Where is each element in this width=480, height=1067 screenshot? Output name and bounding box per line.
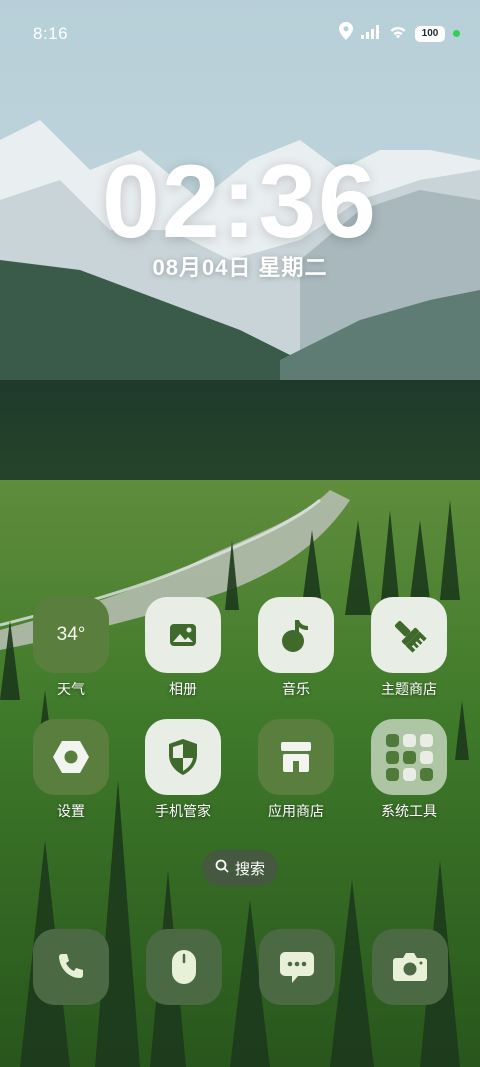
app-label: 音乐 (282, 681, 310, 697)
camera-icon[interactable] (372, 929, 448, 1005)
mini-app-icon (419, 750, 433, 764)
app-system-tools-folder[interactable]: 系统工具 (364, 719, 454, 837)
app-label: 主题商店 (381, 681, 437, 697)
music-icon[interactable] (258, 597, 334, 673)
status-time: 8:16 (33, 24, 69, 43)
search-label: 搜索 (234, 860, 265, 878)
wifi-icon (389, 24, 407, 44)
app-label: 设置 (57, 803, 85, 819)
signal-icon (361, 24, 381, 44)
battery-icon: 100 (415, 25, 445, 42)
app-label: 应用商店 (268, 803, 324, 819)
lockscreen-date: 08月04日 星期二 (152, 255, 328, 280)
mini-app-icon (385, 733, 399, 747)
status-icons: 100 (339, 22, 460, 45)
app-settings[interactable]: 设置 (26, 719, 116, 837)
search-button[interactable]: 搜索 (202, 850, 278, 886)
security-icon[interactable] (145, 719, 221, 795)
mini-app-icon (419, 733, 433, 747)
lockscreen-clock: 02:36 (102, 144, 378, 260)
phone-icon[interactable] (33, 929, 109, 1005)
search-icon (215, 859, 229, 877)
app-label: 手机管家 (155, 803, 211, 819)
weather-temperature: 34° (56, 624, 86, 645)
weather-icon[interactable]: 34° (33, 597, 109, 673)
app-gallery[interactable]: 相册 (138, 597, 228, 715)
messages-icon[interactable] (259, 929, 335, 1005)
mini-app-icon (385, 767, 399, 781)
app-label: 系统工具 (381, 803, 437, 819)
app-store-icon[interactable] (258, 719, 334, 795)
mini-app-icon (402, 767, 416, 781)
settings-icon[interactable] (33, 719, 109, 795)
mini-app-icon (402, 750, 416, 764)
app-theme-store[interactable]: 主题商店 (364, 597, 454, 715)
mini-app-icon (385, 750, 399, 764)
app-phone-manager[interactable]: 手机管家 (138, 719, 228, 837)
app-label: 相册 (169, 681, 197, 697)
folder-grid (385, 733, 433, 781)
mini-app-icon (419, 767, 433, 781)
location-icon (339, 22, 353, 45)
app-app-store[interactable]: 应用商店 (251, 719, 341, 837)
mini-app-icon (402, 733, 416, 747)
system-tools-folder-icon[interactable] (371, 719, 447, 795)
status-bar: 8:16 100 (0, 0, 480, 68)
app-music[interactable]: 音乐 (251, 597, 341, 715)
app-label: 天气 (57, 681, 85, 697)
browser-icon[interactable] (146, 929, 222, 1005)
gallery-icon[interactable] (145, 597, 221, 673)
charging-dot (453, 30, 460, 37)
theme-store-icon[interactable] (371, 597, 447, 673)
app-weather[interactable]: 34° 天气 (26, 597, 116, 715)
